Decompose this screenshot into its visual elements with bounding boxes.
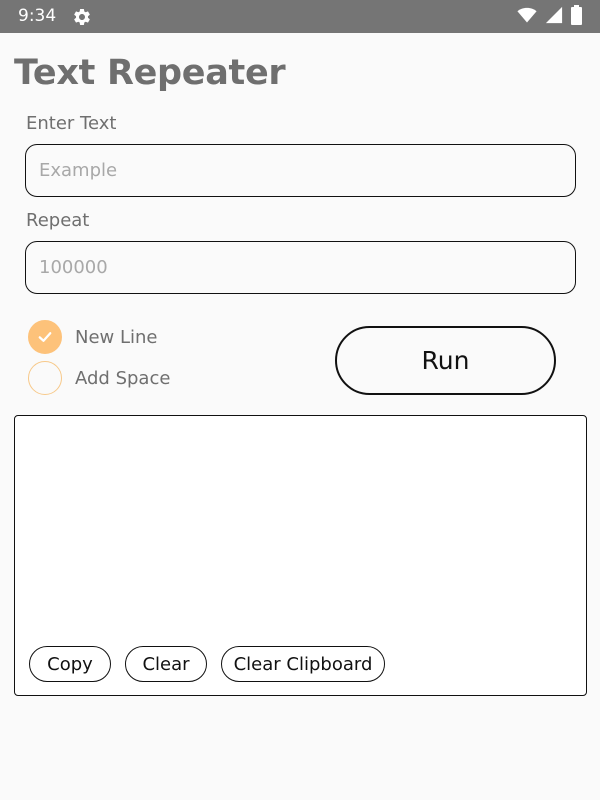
copy-button[interactable]: Copy <box>29 646 111 682</box>
enter-text-input[interactable] <box>25 144 576 197</box>
status-icons <box>517 5 582 29</box>
output-area[interactable]: Copy Clear Clear Clipboard <box>14 415 587 696</box>
clear-button[interactable]: Clear <box>125 646 207 682</box>
status-bar: 9:34 <box>0 0 600 33</box>
repeat-label: Repeat <box>26 210 90 231</box>
run-button[interactable]: Run <box>335 326 556 395</box>
page-title: Text Repeater <box>14 53 286 93</box>
check-icon <box>38 332 52 342</box>
status-time: 9:34 <box>18 6 57 26</box>
wifi-icon <box>517 6 537 28</box>
add-space-option[interactable]: Add Space <box>28 361 170 395</box>
gear-icon <box>72 7 92 27</box>
battery-icon <box>571 5 582 29</box>
new-line-option[interactable]: New Line <box>28 320 158 354</box>
add-space-radio[interactable] <box>28 361 62 395</box>
clear-clipboard-button[interactable]: Clear Clipboard <box>221 646 385 682</box>
new-line-label: New Line <box>75 326 158 348</box>
enter-text-label: Enter Text <box>26 113 117 134</box>
signal-icon <box>545 6 563 28</box>
new-line-radio[interactable] <box>28 320 62 354</box>
repeat-input[interactable] <box>25 241 576 294</box>
add-space-label: Add Space <box>75 367 171 389</box>
